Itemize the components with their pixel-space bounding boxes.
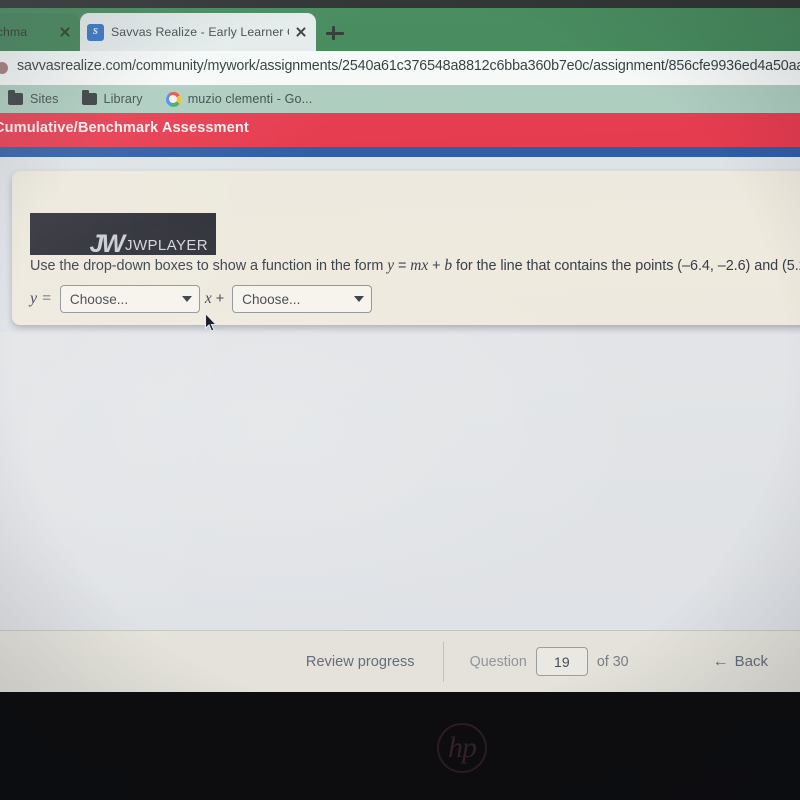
prompt-plus: + xyxy=(428,258,445,274)
assessment-banner: Cumulative/Benchmark Assessment xyxy=(0,113,800,147)
prompt-part-2: for the line that contains the points (–… xyxy=(452,258,800,274)
page-content: JW JWPLAYER Use the drop-down boxes to s… xyxy=(0,157,800,692)
back-button-label: Back xyxy=(734,653,768,670)
jwplayer-logo: JW JWPLAYER xyxy=(89,230,208,256)
accent-strip xyxy=(0,147,800,157)
prompt-var-m: m xyxy=(410,257,422,274)
question-card: JW JWPLAYER Use the drop-down boxes to s… xyxy=(12,171,800,325)
folder-icon xyxy=(8,90,23,105)
chevron-down-icon xyxy=(181,296,192,302)
question-number-input[interactable]: 19 xyxy=(535,647,588,676)
question-number-value: 19 xyxy=(554,653,570,670)
google-icon xyxy=(165,91,181,107)
mouse-pointer xyxy=(205,313,218,332)
prompt-part-1: Use the drop-down boxes to show a functi… xyxy=(30,258,388,274)
intercept-dropdown-value: Choose... xyxy=(242,291,301,307)
x-plus-label: x + xyxy=(204,290,225,307)
site-info-icon[interactable] xyxy=(0,62,8,74)
review-progress-button[interactable]: Review progress xyxy=(306,641,444,682)
question-prompt: Use the drop-down boxes to show a functi… xyxy=(30,257,800,275)
bookmark-muzio-clementi[interactable]: muzio clementi - Go... xyxy=(165,91,313,107)
address-bar[interactable]: savvasrealize.com/community/mywork/assig… xyxy=(0,51,800,85)
laptop-bezel xyxy=(0,692,800,800)
slope-dropdown-value: Choose... xyxy=(69,291,129,307)
question-label: Question xyxy=(469,653,527,670)
plus-icon[interactable] xyxy=(324,22,346,44)
intercept-dropdown[interactable]: Choose... xyxy=(232,285,373,313)
prompt-var-y: y xyxy=(387,257,394,274)
close-icon[interactable] xyxy=(293,24,309,40)
bookmark-label: Library xyxy=(103,92,143,106)
bookmarks-bar: Sites Library muzio clementi - Go... xyxy=(0,85,800,113)
video-player[interactable]: JW JWPLAYER xyxy=(30,213,216,255)
hp-logo: hp xyxy=(437,723,487,773)
chevron-down-icon xyxy=(354,296,365,302)
bookmark-label: Sites xyxy=(30,92,59,106)
url-text: savvasrealize.com/community/mywork/assig… xyxy=(17,58,800,74)
answer-row: y = Choose... x + Choose... xyxy=(30,285,373,313)
back-button[interactable]: ← Back xyxy=(713,653,768,670)
question-total-label: of 30 xyxy=(596,653,629,670)
savvas-favicon xyxy=(87,22,104,41)
bookmark-sites[interactable]: Sites xyxy=(8,90,59,106)
bookmark-label: muzio clementi - Go... xyxy=(187,92,313,106)
question-navigator: Question 19 of 30 xyxy=(444,647,629,676)
browser-tab-benchmark[interactable]: /Benchma xyxy=(0,13,80,51)
tab-title: /Benchma xyxy=(0,25,28,39)
prompt-equals: = xyxy=(394,258,411,274)
prompt-var-b: b xyxy=(444,257,453,274)
jwplayer-wordmark: JWPLAYER xyxy=(125,237,208,254)
jwplayer-mark: JW xyxy=(89,230,125,256)
browser-tab-savvas-realize[interactable]: Savvas Realize - Early Learner Co xyxy=(80,13,316,51)
assessment-title: Cumulative/Benchmark Assessment xyxy=(0,120,249,136)
folder-icon xyxy=(81,90,97,105)
content-whitespace xyxy=(0,332,800,632)
arrow-left-icon: ← xyxy=(712,652,729,670)
close-icon[interactable] xyxy=(57,24,73,40)
y-equals-label: y = xyxy=(30,290,52,307)
slope-dropdown[interactable]: Choose... xyxy=(59,285,200,313)
photo-of-laptop-screen: /Benchma Savvas Realize - Early Learner … xyxy=(0,0,800,800)
browser-window: /Benchma Savvas Realize - Early Learner … xyxy=(0,0,800,692)
browser-tab-strip: /Benchma Savvas Realize - Early Learner … xyxy=(0,8,800,51)
question-nav-bar: Review progress Question 19 of 30 ← Back xyxy=(0,630,800,692)
bookmark-library[interactable]: Library xyxy=(81,90,143,106)
tab-title: Savvas Realize - Early Learner Co xyxy=(111,25,289,39)
